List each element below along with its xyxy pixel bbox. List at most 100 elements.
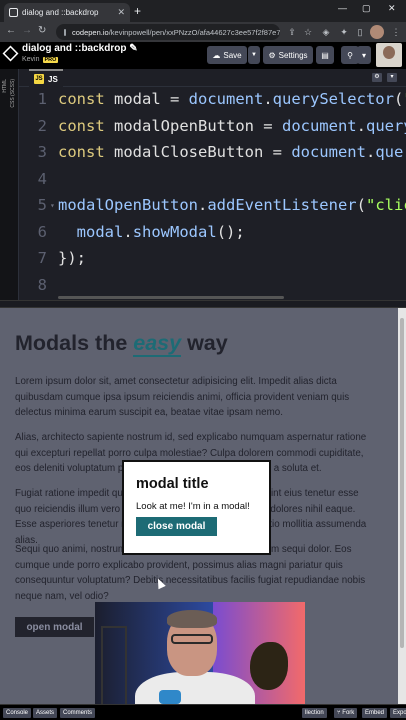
new-tab-icon[interactable]: + <box>134 4 141 18</box>
fold-arrow-icon[interactable]: ▾ <box>50 201 55 210</box>
preview-scrollbar-thumb[interactable] <box>400 318 404 648</box>
code-token: document <box>281 116 357 135</box>
editor-resize-handle[interactable] <box>0 300 406 308</box>
code-line[interactable]: modalOpenButton.addEventListener("click"… <box>58 196 406 214</box>
close-modal-button[interactable]: close modal <box>136 517 217 536</box>
code-token: (); <box>216 222 245 241</box>
webcam-overlay <box>95 602 305 720</box>
close-window-icon[interactable]: ✕ <box>388 3 396 14</box>
js-badge-icon: JS <box>34 74 44 84</box>
js-code-editor[interactable]: 1 const modal = document.querySelector("#… <box>19 87 406 300</box>
layout-button[interactable]: ▤ <box>316 46 334 64</box>
codepen-footer: Console Assets Comments llection ⑂ Fork … <box>0 704 406 720</box>
modal-dialog: modal title Look at me! I'm in a modal! … <box>122 460 271 555</box>
maximize-icon[interactable]: ▢ <box>362 3 371 14</box>
code-token: modalOpenButton <box>58 196 198 214</box>
line-number: 7 <box>37 249 47 267</box>
line-number: 1 <box>37 90 47 108</box>
code-token: . <box>263 90 273 108</box>
chevron-down-icon: ▼ <box>251 52 257 58</box>
pen-author: Kevin PRO <box>22 56 59 63</box>
browser-tab-title: dialog and ::backdrop <box>22 8 99 17</box>
code-token: . <box>123 222 133 241</box>
code-token: addEventListener <box>207 196 357 214</box>
gear-icon: ⚙ <box>268 50 276 60</box>
save-dropdown-button[interactable]: ▼ <box>248 46 260 64</box>
sidepanel-icon[interactable]: ▯ <box>354 26 366 38</box>
user-avatar[interactable] <box>376 43 402 67</box>
edit-pencil-icon[interactable]: ✎ <box>129 43 137 54</box>
collection-button[interactable]: llection <box>302 708 327 718</box>
code-line[interactable]: modal.showModal(); <box>58 223 245 241</box>
webcam-plant <box>250 642 288 690</box>
minimize-icon[interactable]: — <box>338 3 347 13</box>
code-token: querySelec <box>365 116 406 135</box>
browser-tab-bar: dialog and ::backdrop ✕ + — ▢ ✕ <box>0 0 406 22</box>
webcam-person-glasses <box>171 634 213 644</box>
code-line[interactable]: }); <box>58 249 86 267</box>
line-number: 8 <box>37 275 47 294</box>
cloud-icon: ☁ <box>212 50 221 60</box>
layout-icon: ▤ <box>321 50 329 60</box>
profile-avatar[interactable] <box>370 25 384 39</box>
pin-dropdown-button[interactable]: ▾ <box>357 46 371 64</box>
editor-horizontal-scrollbar[interactable] <box>58 296 284 299</box>
code-token: ( <box>393 90 404 108</box>
webcam-shelf <box>101 626 127 706</box>
pin-icon: ⚲ <box>347 50 353 60</box>
pro-badge: PRO <box>42 56 59 63</box>
embed-button[interactable]: Embed <box>362 708 388 718</box>
url-domain: codepen.io <box>72 27 109 37</box>
export-button[interactable]: Expo <box>390 708 406 718</box>
html-panel-label[interactable]: HTML <box>2 79 8 93</box>
console-button[interactable]: Console <box>3 708 32 718</box>
code-token: . <box>365 143 376 161</box>
reload-icon[interactable]: ↻ <box>38 25 46 36</box>
close-tab-icon[interactable]: ✕ <box>117 7 125 18</box>
fork-button[interactable]: ⑂ Fork <box>334 708 358 718</box>
back-icon[interactable]: ← <box>6 25 16 36</box>
lock-icon <box>64 28 66 36</box>
line-number: 2 <box>37 116 47 135</box>
js-tab[interactable]: JS JS <box>29 69 63 87</box>
bookmark-star-icon[interactable]: ☆ <box>302 26 314 38</box>
code-line[interactable]: const modalCloseButton = document.queryS… <box>58 143 406 161</box>
browser-tab[interactable]: dialog and ::backdrop ✕ <box>4 3 130 22</box>
comments-button[interactable]: Comments <box>60 708 96 718</box>
code-token: modalOpenButton = <box>114 116 282 135</box>
code-token: const <box>58 143 114 161</box>
line-number: 5 <box>37 196 47 214</box>
modal-title: modal title <box>136 476 209 492</box>
pen-title[interactable]: dialog and ::backdrop ✎ <box>22 43 138 54</box>
page-heading: Modals the easy way <box>15 331 228 357</box>
code-token: showModal <box>132 222 217 241</box>
code-line[interactable]: const modal = document.querySelector("#m… <box>58 90 406 108</box>
share-icon[interactable]: ⇪ <box>286 26 298 38</box>
chevron-down-icon: ▾ <box>361 50 366 60</box>
code-token: modalCloseButton = <box>114 143 292 161</box>
puzzle-icon[interactable]: ✦ <box>338 26 350 38</box>
code-token: modal = <box>114 90 189 108</box>
code-token: querySele <box>375 143 406 161</box>
codepen-favicon-icon <box>9 8 18 17</box>
url-path: /kevinpowell/pen/xxPNzzO/afa44627c3ee57f… <box>108 27 280 37</box>
line-number: 3 <box>37 143 47 161</box>
save-button[interactable]: ☁ Save <box>207 46 247 64</box>
extension-icon[interactable]: ◈ <box>320 26 332 38</box>
css-panel-label[interactable]: CSS (SCSS) <box>10 79 16 108</box>
code-token: }); <box>58 249 86 267</box>
code-token: modal <box>76 222 124 241</box>
code-token: document <box>188 90 264 108</box>
menu-dots-icon[interactable]: ⋮ <box>390 26 402 38</box>
url-bar[interactable]: codepen.io /kevinpowell/pen/xxPNzzO/afa4… <box>56 24 280 40</box>
forward-icon[interactable]: → <box>22 25 32 36</box>
settings-button[interactable]: ⚙ Settings <box>263 46 313 64</box>
editor-collapse-icon[interactable]: ▾ <box>387 73 397 82</box>
author-name[interactable]: Kevin <box>22 56 40 63</box>
open-modal-button[interactable]: open modal <box>15 617 94 637</box>
assets-button[interactable]: Assets <box>33 708 58 718</box>
browser-toolbar: ← → ↻ codepen.io /kevinpowell/pen/xxPNzz… <box>0 22 406 42</box>
editor-settings-icon[interactable]: ⚙ <box>372 73 382 82</box>
code-line[interactable]: const modalOpenButton = document.querySe… <box>58 117 406 135</box>
js-editor-header: JS JS ⚙ ▾ <box>19 69 406 87</box>
